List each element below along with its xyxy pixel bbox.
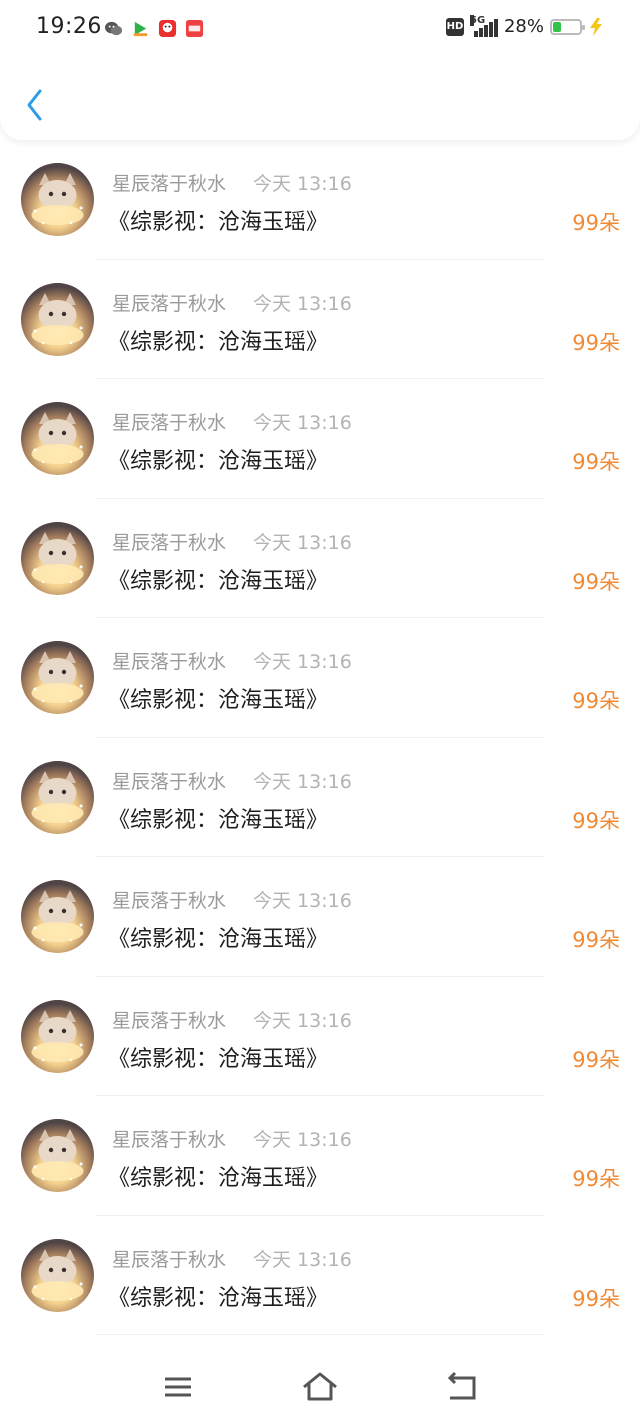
list-item[interactable]: 星辰落于秋水 今天 13:16 《综影视：沧海玉瑶》 99朵 — [0, 857, 640, 977]
cat-avatar-art — [21, 1119, 94, 1192]
menu-button[interactable] — [158, 1370, 198, 1404]
book-title: 《综影视：沧海玉瑶》 — [108, 1166, 329, 1191]
list-item[interactable]: 星辰落于秋水 今天 13:16 《综影视：沧海玉瑶》 99朵 — [0, 379, 640, 499]
book-title: 《综影视：沧海玉瑶》 — [108, 210, 329, 235]
book-title: 《综影视：沧海玉瑶》 — [108, 688, 329, 713]
avatar[interactable] — [21, 999, 94, 1073]
avatar[interactable] — [21, 760, 94, 834]
sender-name: 星辰落于秋水 — [112, 292, 227, 315]
book-title: 《综影视：沧海玉瑶》 — [108, 927, 329, 952]
book-title: 《综影视：沧海玉瑶》 — [108, 568, 329, 594]
timestamp: 今天 13:16 — [253, 292, 352, 315]
home-icon — [303, 1372, 337, 1401]
sender-name: 星辰落于秋水 — [112, 1129, 227, 1151]
sender-name: 星辰落于秋水 — [112, 651, 227, 673]
timestamp: 今天 13:16 — [253, 1009, 352, 1032]
sender-name: 星辰落于秋水 — [112, 1009, 227, 1032]
gift-list: 星辰落于秋水 今天 13:16 《综影视：沧海玉瑶》 99朵 星辰落于秋水 今天 13:1… — [0, 140, 640, 1335]
gift-amount: 99朵 — [572, 1167, 620, 1191]
timestamp: 今天 13:16 — [253, 770, 352, 793]
app-icon — [131, 19, 150, 38]
gift-amount: 99朵 — [572, 211, 620, 235]
book-title: 《综影视：沧海玉瑶》 — [108, 807, 329, 833]
home-button[interactable] — [300, 1370, 340, 1404]
cat-avatar-art — [21, 402, 94, 475]
hd-badge: HD — [445, 17, 464, 36]
book-title: 《综影视：沧海玉瑶》 — [108, 449, 329, 474]
back-button[interactable] — [20, 86, 52, 124]
divider — [96, 1334, 544, 1335]
cat-avatar-art — [21, 521, 94, 595]
gift-amount: 99朵 — [572, 569, 620, 594]
gift-amount: 99朵 — [572, 1286, 620, 1311]
timestamp: 今天 13:16 — [253, 1129, 352, 1151]
back-nav-button[interactable] — [442, 1370, 482, 1404]
top-bar: 19:26 HD 5G 28% — [0, 0, 640, 140]
cat-avatar-art — [21, 282, 94, 356]
timestamp: 今天 13:16 — [253, 651, 352, 673]
sender-name: 星辰落于秋水 — [112, 770, 227, 793]
sender-name: 星辰落于秋水 — [112, 890, 227, 912]
sender-name: 星辰落于秋水 — [112, 531, 227, 554]
timestamp: 今天 13:16 — [253, 890, 352, 912]
list-item[interactable]: 星辰落于秋水 今天 13:16 《综影视：沧海玉瑶》 99朵 — [0, 738, 640, 857]
list-item[interactable]: 星辰落于秋水 今天 13:16 《综影视：沧海玉瑶》 99朵 — [0, 140, 640, 260]
cat-avatar-art — [21, 760, 94, 834]
chevron-left-icon — [27, 89, 42, 121]
avatar[interactable] — [21, 880, 94, 953]
cat-avatar-art — [21, 1238, 94, 1312]
toutiao-icon — [185, 19, 204, 38]
timestamp: 今天 13:16 — [253, 1248, 352, 1271]
book-title: 《综影视：沧海玉瑶》 — [108, 1285, 329, 1311]
avatar[interactable] — [21, 641, 94, 714]
status-bar: 19:26 HD 5G 28% — [0, 0, 640, 58]
list-item[interactable]: 星辰落于秋水 今天 13:16 《综影视：沧海玉瑶》 99朵 — [0, 499, 640, 618]
notification-icons — [104, 19, 204, 38]
cat-avatar-art — [21, 163, 94, 236]
signal-icon: 5G — [469, 14, 498, 37]
timestamp: 今天 13:16 — [253, 173, 352, 195]
battery-icon — [550, 18, 585, 35]
sender-name: 星辰落于秋水 — [112, 412, 227, 434]
gift-amount: 99朵 — [572, 330, 620, 355]
gift-amount: 99朵 — [572, 808, 620, 833]
sender-name: 星辰落于秋水 — [112, 173, 227, 195]
sender-name: 星辰落于秋水 — [112, 1248, 227, 1271]
list-item[interactable]: 星辰落于秋水 今天 13:16 《综影视：沧海玉瑶》 99朵 — [0, 1096, 640, 1216]
wechat-icon — [104, 19, 123, 38]
list-item[interactable]: 星辰落于秋水 今天 13:16 《综影视：沧海玉瑶》 99朵 — [0, 260, 640, 379]
avatar[interactable] — [21, 282, 94, 356]
avatar[interactable] — [21, 1238, 94, 1312]
timestamp: 今天 13:16 — [253, 531, 352, 554]
cat-avatar-art — [21, 880, 94, 953]
avatar[interactable] — [21, 163, 94, 236]
battery-percent: 28% — [503, 16, 544, 37]
charging-icon — [590, 17, 602, 36]
list-item[interactable]: 星辰落于秋水 今天 13:16 《综影视：沧海玉瑶》 99朵 — [0, 1216, 640, 1335]
book-title: 《综影视：沧海玉瑶》 — [108, 329, 329, 355]
gift-amount: 99朵 — [572, 928, 620, 952]
avatar[interactable] — [21, 1119, 94, 1192]
back-icon — [447, 1371, 476, 1400]
avatar[interactable] — [21, 521, 94, 595]
status-time: 19:26 — [36, 14, 102, 39]
cat-avatar-art — [21, 999, 94, 1073]
gift-amount: 99朵 — [572, 1047, 620, 1072]
status-right: HD 5G 28% — [445, 14, 604, 37]
avatar[interactable] — [21, 402, 94, 475]
timestamp: 今天 13:16 — [253, 412, 352, 434]
network-label: 5G — [469, 14, 486, 26]
app-icon — [158, 19, 177, 38]
gift-amount: 99朵 — [572, 450, 620, 474]
menu-icon — [165, 1377, 191, 1397]
gift-amount: 99朵 — [572, 689, 620, 713]
book-title: 《综影视：沧海玉瑶》 — [108, 1046, 329, 1072]
list-item[interactable]: 星辰落于秋水 今天 13:16 《综影视：沧海玉瑶》 99朵 — [0, 618, 640, 738]
list-item[interactable]: 星辰落于秋水 今天 13:16 《综影视：沧海玉瑶》 99朵 — [0, 977, 640, 1096]
system-nav-bar — [0, 1360, 640, 1425]
cat-avatar-art — [21, 641, 94, 714]
